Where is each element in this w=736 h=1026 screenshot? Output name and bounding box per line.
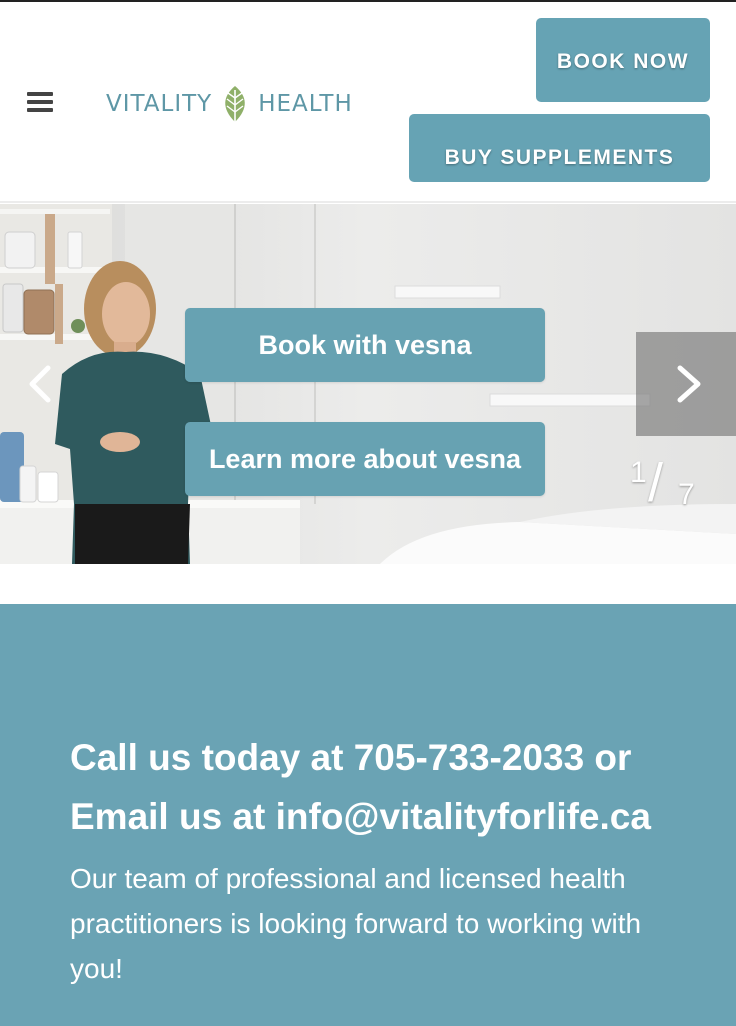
logo-text-health: HEALTH [258,91,353,117]
slide-total: 7 [678,478,695,511]
slide-counter: 1 / 7 [628,452,708,513]
hero-slider: Book with vesna Learn more about vesna 1… [0,204,736,564]
book-with-vesna-button[interactable]: Book with vesna [185,308,545,382]
logo-text-vitality: VITALITY [106,91,213,117]
buy-supplements-button[interactable]: BUY SUPPLEMENTS [409,114,710,182]
slide-divider: / [648,453,664,513]
chevron-left-icon[interactable] [20,362,60,406]
contact-body: Our team of professional and licensed he… [70,863,642,984]
contact-heading: Call us today at 705-733-2033 or Email u… [70,737,651,837]
hamburger-menu-icon[interactable] [27,92,53,114]
chevron-right-icon[interactable] [636,332,736,436]
leaf-icon [225,86,245,122]
hero-photo [0,204,736,564]
site-logo[interactable]: VITALITY HEALTH [106,82,353,126]
book-now-button[interactable]: BOOK NOW [536,18,710,102]
page: VITALITY HEALTH BOOK NOW BUY SUPPLEMENTS [0,0,736,1026]
site-header: VITALITY HEALTH BOOK NOW BUY SUPPLEMENTS [0,0,736,203]
learn-more-vesna-button[interactable]: Learn more about vesna [185,422,545,496]
contact-section: Call us today at 705-733-2033 or Email u… [0,604,736,1026]
slide-current: 1 [630,456,647,489]
